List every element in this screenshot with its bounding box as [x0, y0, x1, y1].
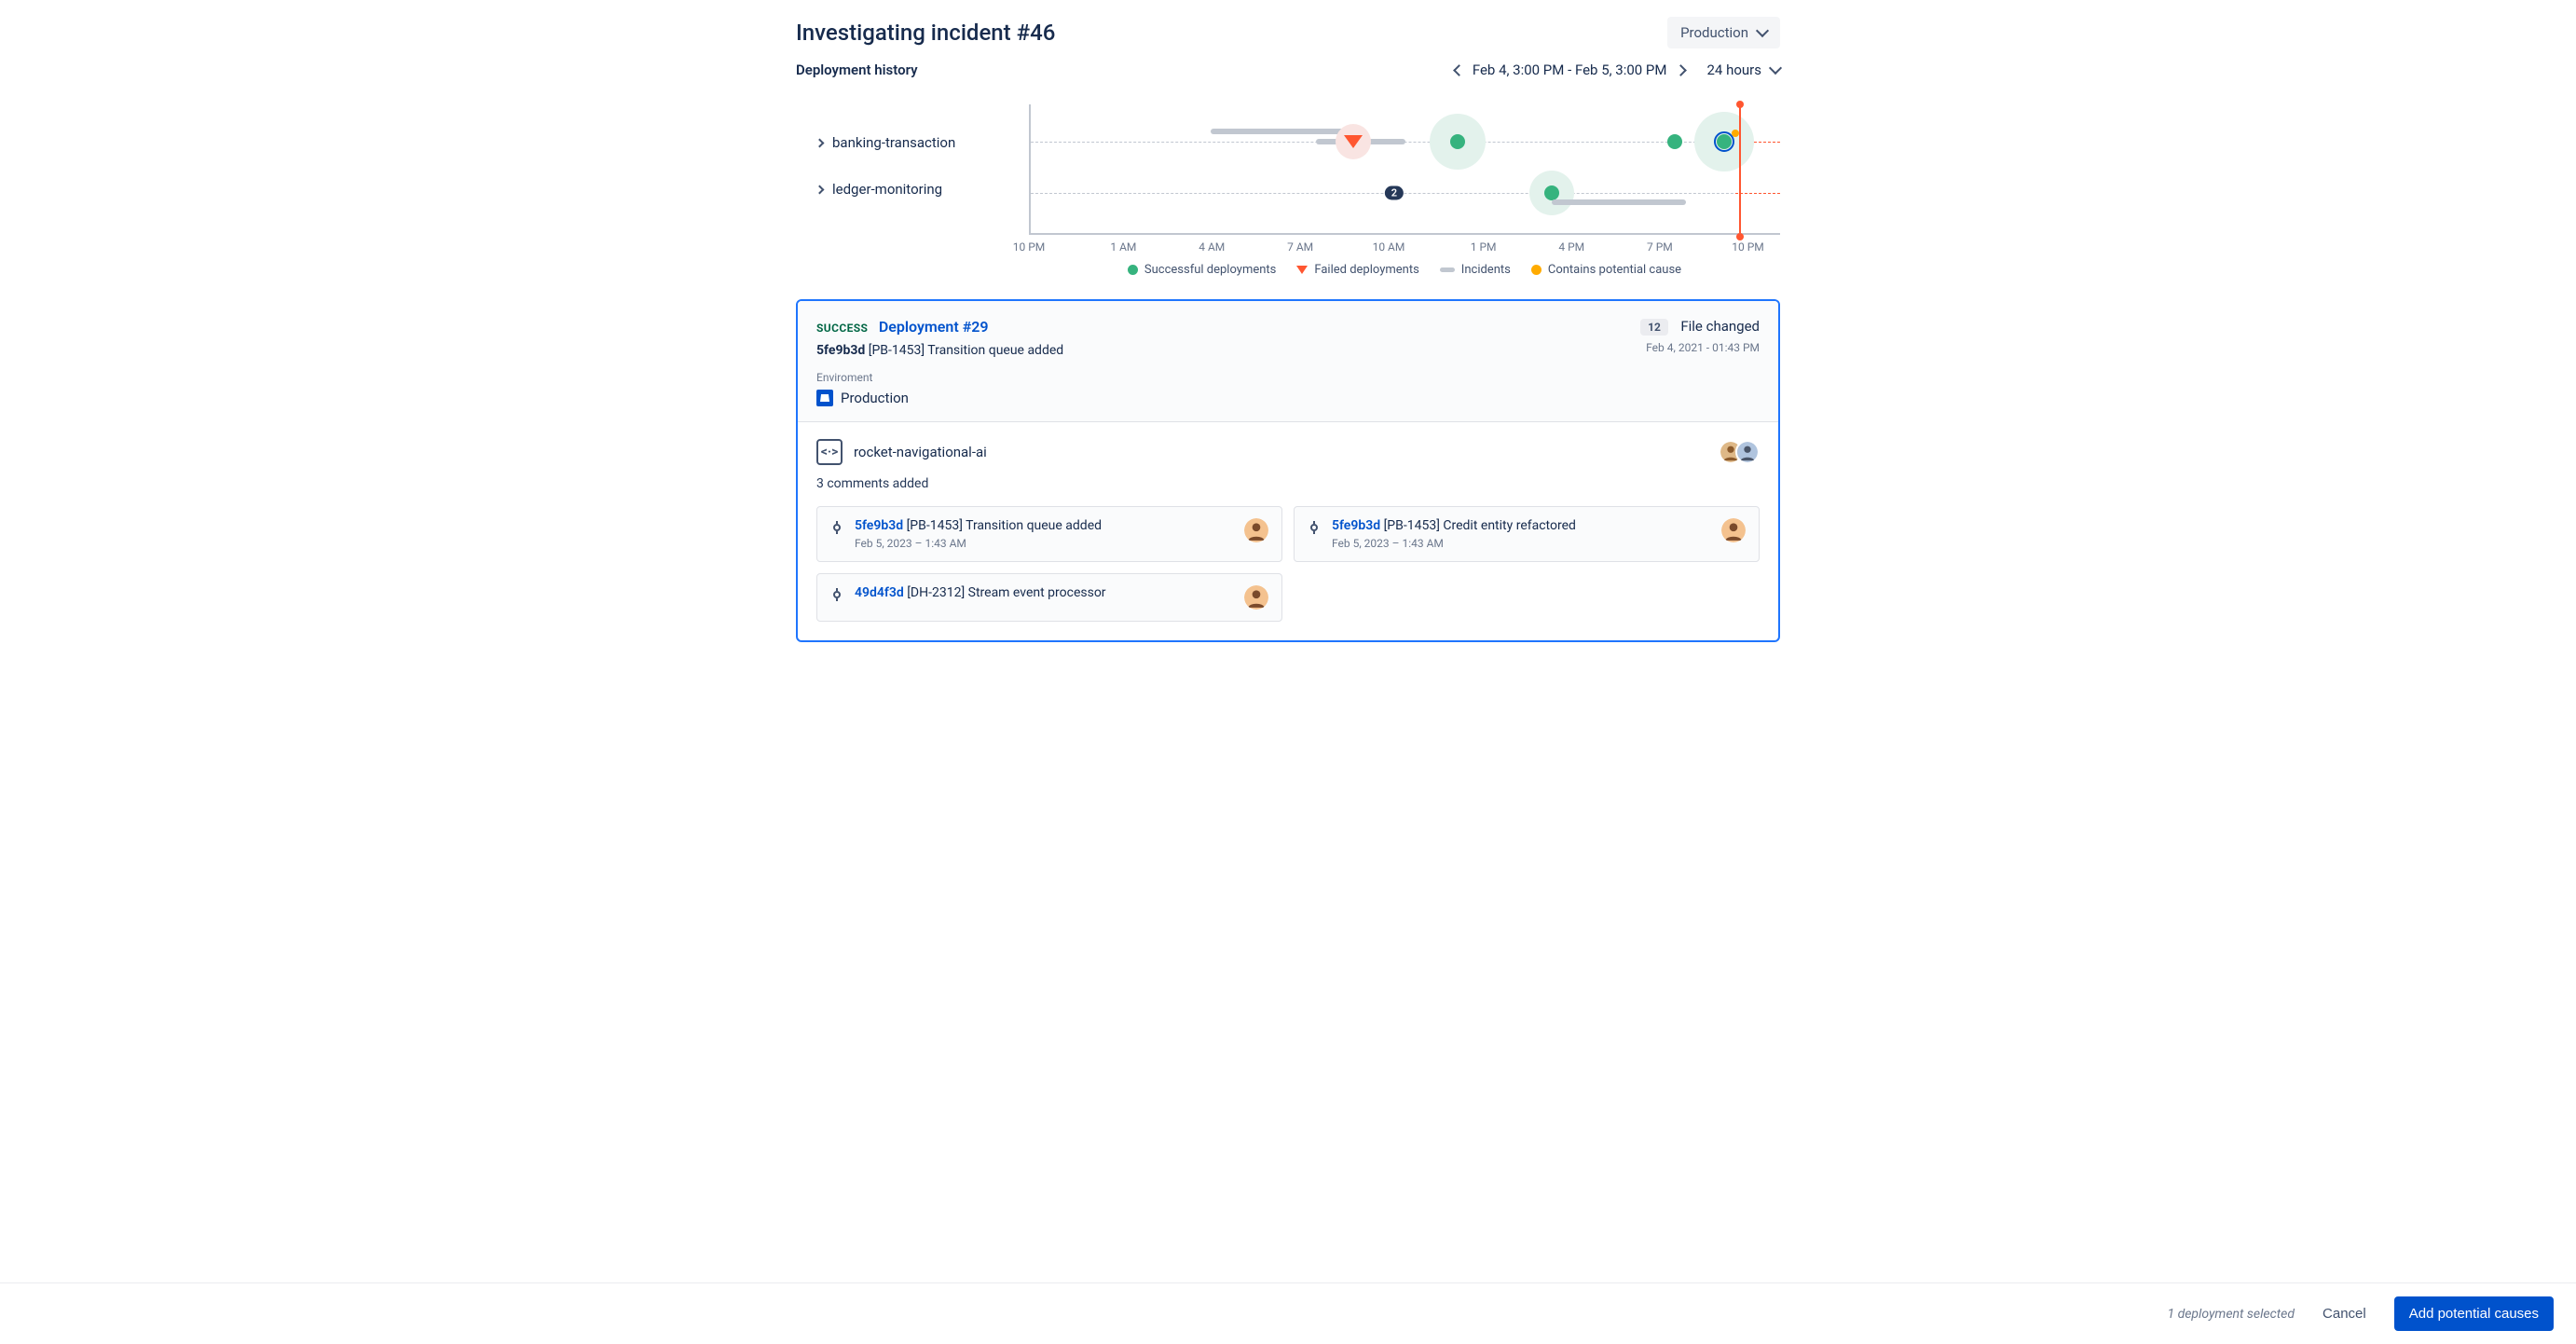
code-icon: <·> [816, 439, 843, 465]
date-range-label: Feb 4, 3:00 PM - Feb 5, 3:00 PM [1473, 62, 1667, 78]
incident-bar[interactable] [1211, 129, 1346, 134]
timeline-row-toggle[interactable]: banking-transaction [796, 119, 1029, 166]
timeline-track-future [1735, 193, 1780, 194]
chevron-right-icon [815, 138, 825, 147]
legend-incident-icon [1440, 267, 1455, 272]
page-title: Investigating incident #46 [796, 20, 1055, 46]
legend-success-icon [1128, 265, 1138, 275]
successful-deployment-marker[interactable] [1450, 134, 1465, 149]
deployment-cluster-count[interactable]: 2 [1385, 186, 1404, 200]
now-marker [1739, 104, 1741, 233]
footer-action-bar: 1 deployment selected Cancel Add potenti… [0, 1282, 2576, 1344]
legend-cause-icon [1531, 265, 1541, 275]
potential-cause-indicator [1732, 130, 1739, 137]
commit-card[interactable]: 5fe9b3d [PB-1453] Credit entity refactor… [1294, 506, 1760, 562]
timeline-row-label: ledger-monitoring [832, 181, 942, 198]
deployment-detail-panel: SUCCESS Deployment #29 5fe9b3d [PB-1453]… [796, 299, 1780, 642]
avatar [1244, 518, 1268, 542]
chevron-right-icon [815, 185, 825, 194]
environment-selector[interactable]: Production [1667, 17, 1780, 48]
environment-selector-label: Production [1680, 24, 1748, 41]
bitbucket-icon [816, 390, 833, 406]
successful-deployment-marker[interactable] [1717, 134, 1732, 149]
environment-value: Production [841, 390, 909, 406]
successful-deployment-marker[interactable] [1544, 185, 1559, 200]
chevron-down-icon [1756, 24, 1769, 37]
add-potential-causes-button[interactable]: Add potential causes [2394, 1296, 2554, 1331]
file-changed-label: File changed [1680, 318, 1760, 335]
timeline-track [1031, 193, 1780, 194]
date-prev-button[interactable] [1453, 64, 1465, 76]
cancel-button[interactable]: Cancel [2313, 1298, 2376, 1329]
legend-failed-icon [1296, 266, 1308, 274]
timeline-x-axis: 10 PM 1 AM 4 AM 7 AM 10 AM 1 PM 4 PM 7 P… [1029, 240, 1780, 254]
selection-count: 1 deployment selected [2168, 1307, 2295, 1322]
commit-icon [830, 521, 843, 534]
deployment-commit-line: 5fe9b3d [PB-1453] Transition queue added [816, 343, 1063, 358]
chevron-down-icon [1769, 62, 1782, 75]
commit-icon [1308, 521, 1321, 534]
successful-deployment-marker[interactable] [1667, 134, 1682, 149]
incident-bar[interactable] [1552, 199, 1687, 205]
comments-count: 3 comments added [816, 476, 1760, 491]
timeline-row-toggle[interactable]: ledger-monitoring [796, 166, 1029, 213]
avatar [1735, 440, 1760, 464]
file-count-badge: 12 [1640, 319, 1668, 336]
deployment-timestamp: Feb 4, 2021 - 01:43 PM [1640, 341, 1760, 354]
failed-deployment-marker[interactable] [1344, 135, 1363, 148]
commit-card[interactable]: 5fe9b3d [PB-1453] Transition queue added… [816, 506, 1282, 562]
environment-label: Enviroment [816, 371, 1063, 384]
avatar [1721, 518, 1746, 542]
timeline-chart[interactable]: 2 [1029, 104, 1780, 235]
date-next-button[interactable] [1675, 64, 1687, 76]
deployment-history-title: Deployment history [796, 62, 918, 78]
commit-icon [830, 588, 843, 601]
contributor-avatars[interactable] [1726, 440, 1760, 464]
commit-card[interactable]: 49d4f3d [DH-2312] Stream event processor [816, 573, 1282, 622]
repo-name[interactable]: rocket-navigational-ai [854, 444, 987, 460]
timeline-legend: Successful deployments Failed deployment… [1029, 263, 1780, 277]
deployment-status-badge: SUCCESS [816, 322, 868, 335]
time-range-label: 24 hours [1707, 62, 1762, 78]
deployment-title-link[interactable]: Deployment #29 [879, 318, 989, 336]
timeline-row-label: banking-transaction [832, 134, 955, 151]
avatar [1244, 585, 1268, 610]
time-range-selector[interactable]: 24 hours [1707, 62, 1781, 78]
